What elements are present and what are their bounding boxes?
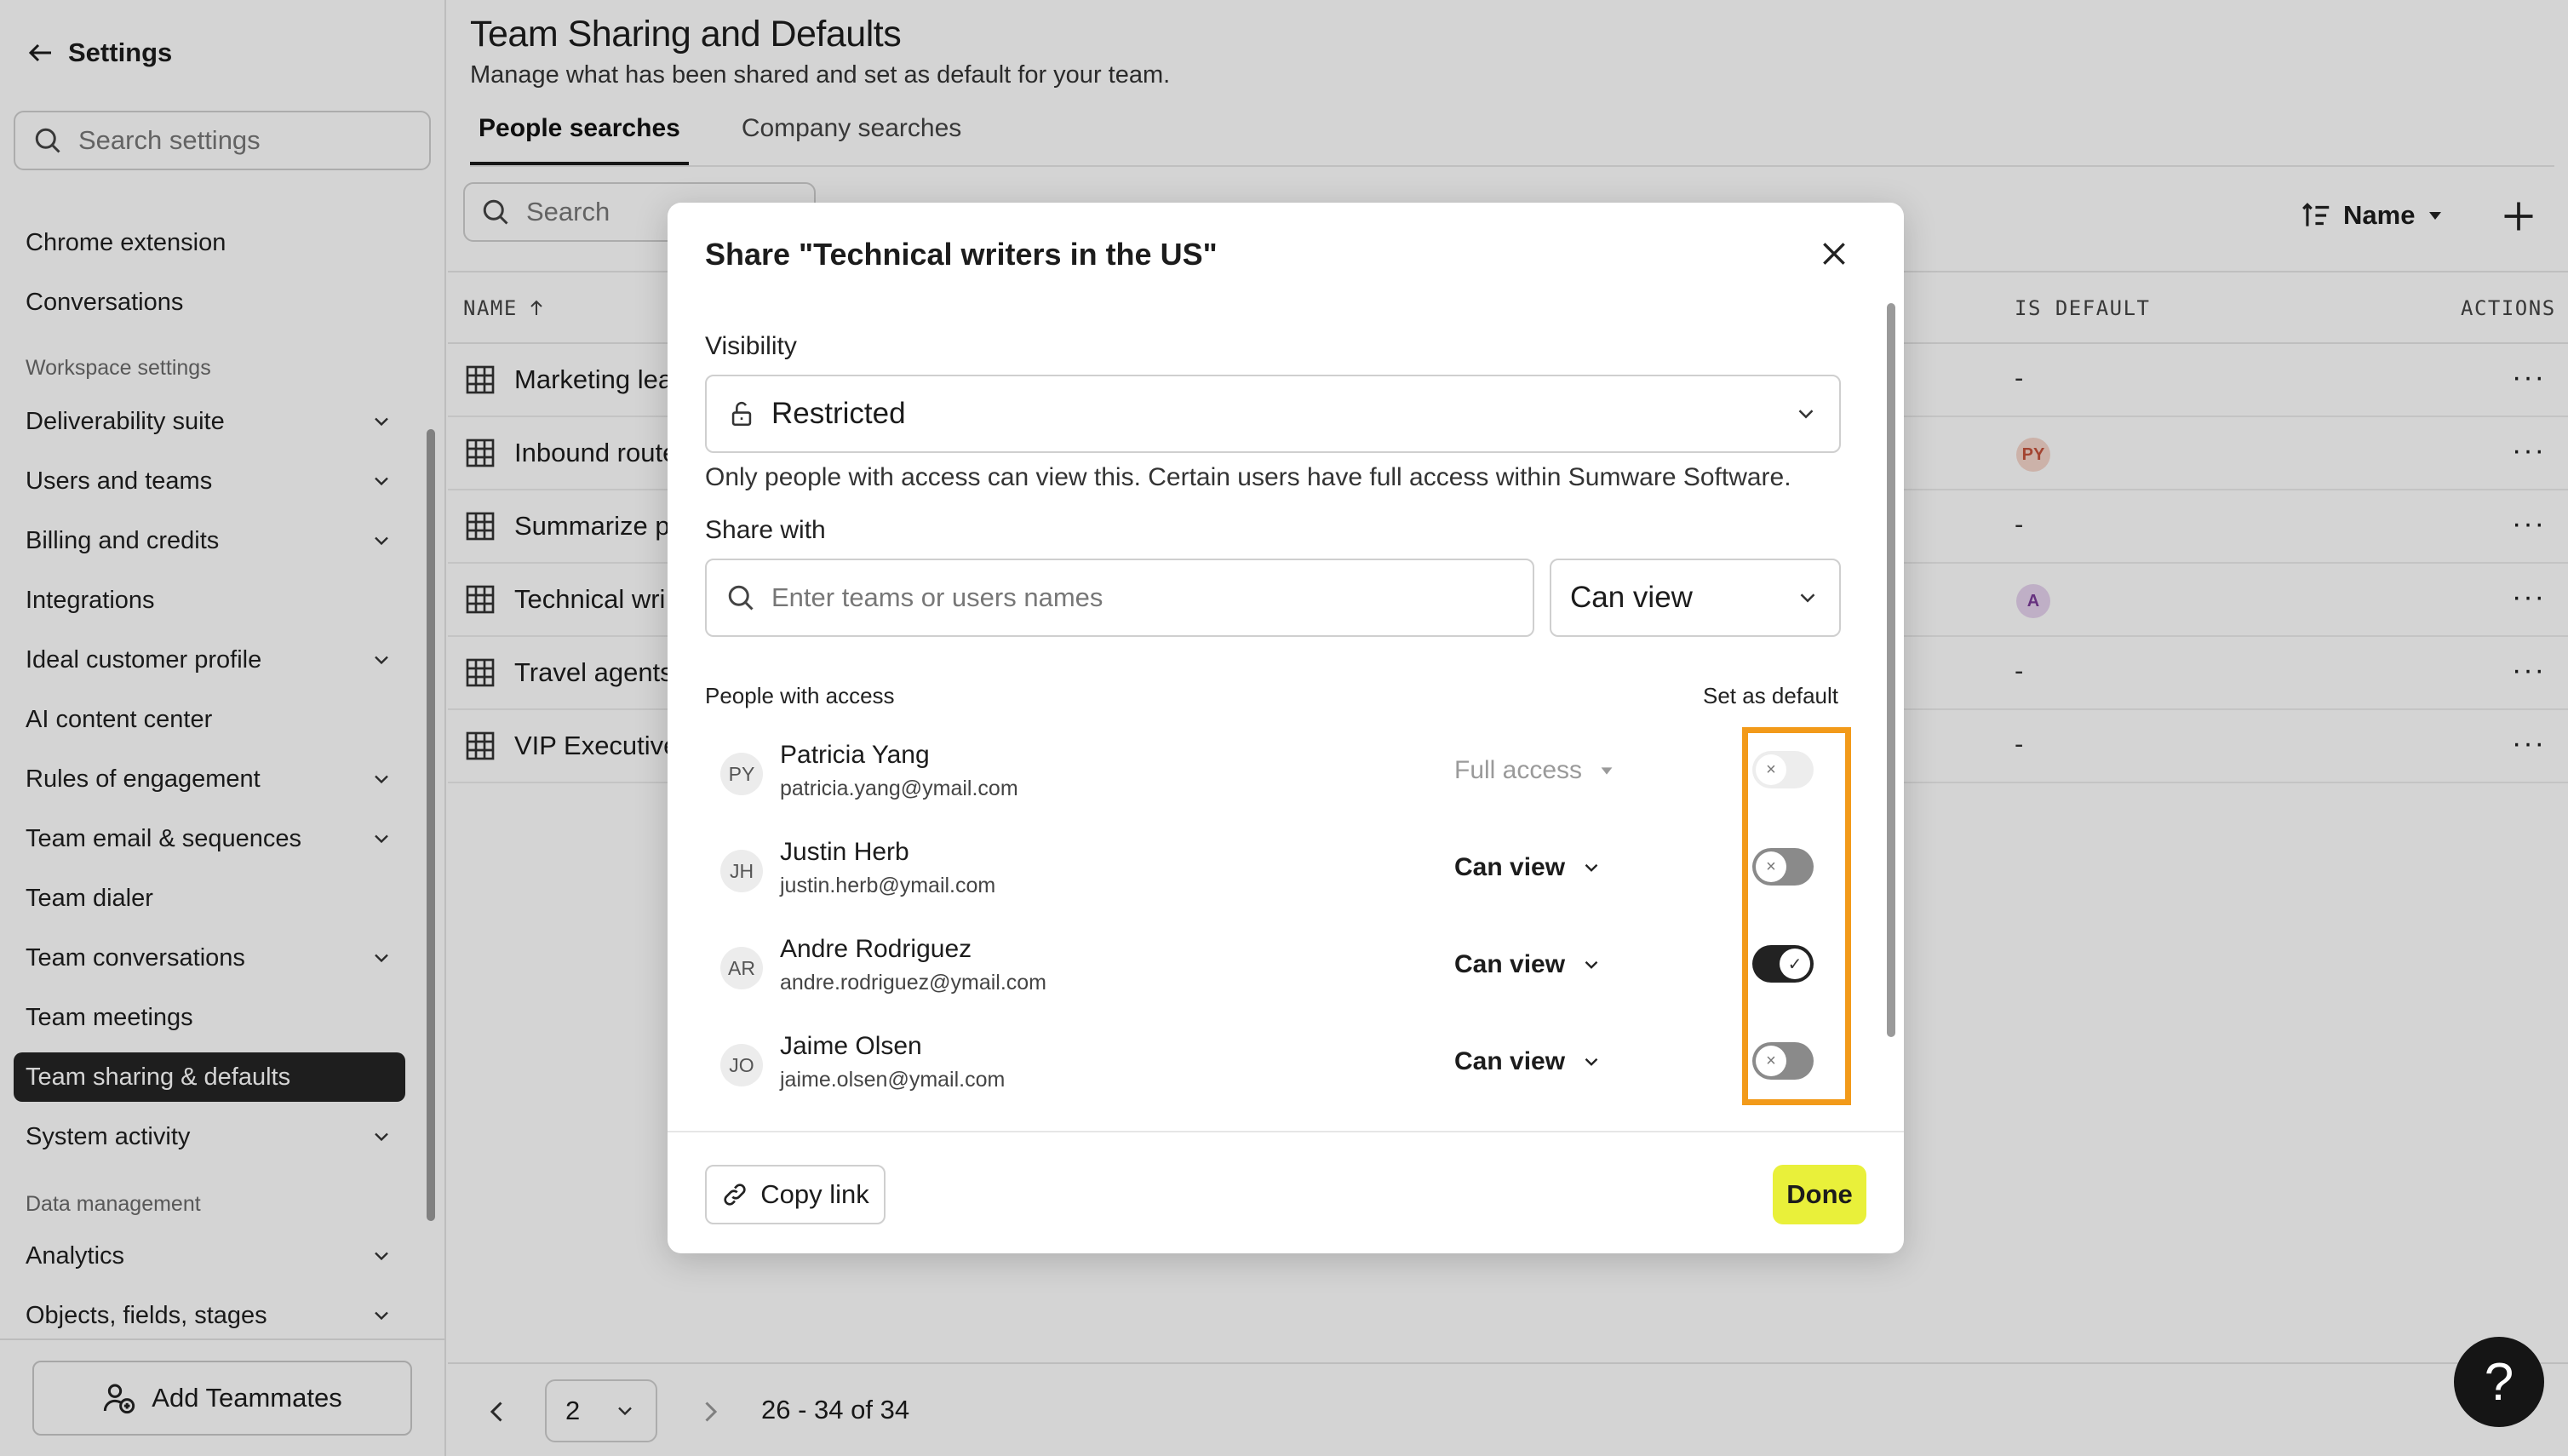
person-email: patricia.yang@ymail.com: [780, 777, 1018, 800]
share-permission-value: Can view: [1570, 581, 1693, 614]
chevron-down-icon: [1585, 1058, 1598, 1066]
avatar: JH: [720, 850, 763, 892]
copy-link-button[interactable]: Copy link: [705, 1165, 886, 1224]
close-icon[interactable]: [1817, 237, 1851, 271]
lock-icon: [731, 401, 752, 427]
person-permission-select[interactable]: Can view: [1454, 950, 1602, 979]
done-button[interactable]: Done: [1773, 1165, 1866, 1224]
share-permission-select[interactable]: Can view: [1550, 559, 1841, 637]
visibility-help-text: Only people with access can view this. C…: [705, 463, 1791, 491]
modal-title: Share "Technical writers in the US": [705, 237, 1218, 272]
modal-footer-divider: [668, 1131, 1904, 1132]
person-permission-value: Can view: [1454, 853, 1566, 881]
copy-link-label: Copy link: [760, 1179, 869, 1209]
people-with-access-label: People with access: [705, 683, 895, 708]
set-as-default-label: Set as default: [1703, 683, 1838, 708]
caret-down-icon: [1601, 767, 1613, 775]
modal-scrollbar[interactable]: [1887, 303, 1895, 1037]
person-permission-select[interactable]: Can view: [1454, 853, 1602, 882]
person-name: Patricia Yang: [780, 741, 930, 769]
person-row: PY Patricia Yang patricia.yang@ymail.com…: [705, 734, 1841, 819]
person-email: justin.herb@ymail.com: [780, 874, 996, 897]
avatar: JO: [720, 1044, 763, 1086]
search-icon: [728, 585, 754, 610]
person-permission-select[interactable]: Can view: [1454, 1047, 1602, 1076]
chevron-down-icon: [1585, 960, 1598, 969]
visibility-value: Restricted: [771, 397, 906, 430]
person-permission-value: Full access: [1454, 756, 1583, 784]
person-row: AR Andre Rodriguez andre.rodriguez@ymail…: [705, 928, 1841, 1013]
chevron-down-icon: [1798, 410, 1814, 419]
person-permission-value: Can view: [1454, 950, 1566, 978]
chevron-down-icon: [1800, 593, 1815, 603]
share-with-input[interactable]: Enter teams or users names: [705, 559, 1534, 637]
visibility-select[interactable]: Restricted: [705, 375, 1841, 453]
share-modal: Share "Technical writers in the US" Visi…: [668, 203, 1904, 1253]
person-name: Jaime Olsen: [780, 1032, 922, 1060]
person-row: JO Jaime Olsen jaime.olsen@ymail.com Can…: [705, 1025, 1841, 1110]
person-name: Justin Herb: [780, 838, 909, 866]
share-with-label: Share with: [705, 516, 826, 544]
help-button[interactable]: ?: [2454, 1337, 2544, 1427]
person-name: Andre Rodriguez: [780, 935, 972, 963]
person-email: jaime.olsen@ymail.com: [780, 1068, 1006, 1092]
chevron-down-icon: [1585, 863, 1598, 872]
highlight-annotation: [1742, 727, 1851, 1105]
person-row: JH Justin Herb justin.herb@ymail.com Can…: [705, 831, 1841, 916]
visibility-label: Visibility: [705, 332, 797, 360]
avatar: PY: [720, 753, 763, 795]
share-with-placeholder: Enter teams or users names: [771, 582, 1103, 612]
person-permission-value: Can view: [1454, 1047, 1566, 1075]
person-email: andre.rodriguez@ymail.com: [780, 971, 1047, 995]
link-icon: [724, 1184, 746, 1206]
person-permission-select: Full access: [1454, 756, 1616, 785]
avatar: AR: [720, 947, 763, 989]
